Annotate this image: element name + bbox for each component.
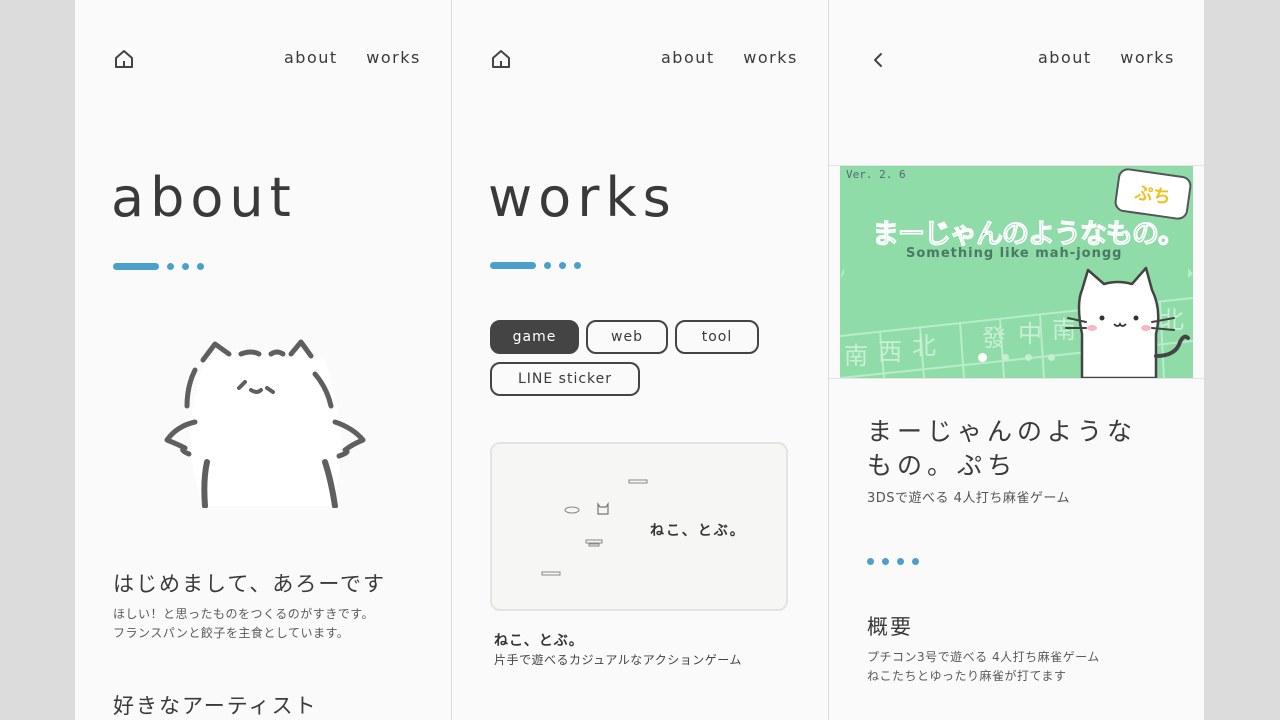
intro-text-line2: フランスパンと餃子を主食としています。	[113, 626, 350, 640]
title-decoration	[490, 262, 590, 269]
cat-illustration	[164, 339, 366, 508]
home-icon[interactable]	[490, 48, 512, 70]
overview-heading: 概要	[867, 615, 913, 639]
nav-about-link[interactable]: about	[1038, 48, 1092, 67]
home-icon[interactable]	[113, 48, 135, 70]
nav-about-link[interactable]: about	[284, 48, 338, 67]
title-decoration	[113, 263, 213, 270]
work-card-description: 片手で遊べるカジュアルなアクションゲーム	[494, 653, 742, 667]
intro-text-line1: ほしい！と思ったものをつくるのがすきです。	[113, 607, 375, 621]
carousel-dot[interactable]	[1002, 354, 1009, 361]
top-nav: about works	[661, 48, 798, 67]
game-logo-text: ねこ、とぶ。	[650, 523, 746, 539]
section-decoration	[867, 558, 927, 565]
divider	[829, 378, 1204, 379]
intro-heading: はじめまして、あろーです	[113, 572, 387, 596]
filter-tool[interactable]: tool	[675, 320, 759, 354]
page-title: works	[488, 166, 677, 229]
carousel-dot[interactable]	[1025, 354, 1032, 361]
work-card-thumbnail[interactable]: ねこ、とぶ。	[490, 442, 788, 611]
work-title-line2: もの。ぷち	[867, 451, 1018, 480]
nav-works-link[interactable]: works	[743, 48, 798, 67]
carousel-dot-active[interactable]	[978, 353, 987, 362]
nav-works-link[interactable]: works	[1120, 48, 1175, 67]
filter-game[interactable]: game	[490, 320, 579, 354]
work-card-title[interactable]: ねこ、とぶ。	[494, 630, 584, 650]
overview-text-line1: プチコン3号で遊べる 4人打ち麻雀ゲーム	[867, 650, 1100, 664]
top-nav: about works	[284, 48, 421, 67]
works-panel: about works works game web tool LINE sti…	[452, 0, 828, 720]
about-panel: about works about はじめまして、あろーです ほしい！と思ったも…	[75, 0, 451, 720]
artists-heading: 好きなアーティスト	[113, 694, 318, 718]
page-title: about	[111, 166, 297, 229]
work-subtitle: 3DSで遊べる 4人打ち麻雀ゲーム	[867, 491, 1071, 506]
work-title-line1: まーじゃんのような	[867, 417, 1138, 446]
screenshot-carousel[interactable]: Ver. 2. 6 ぷち まーじゃんのようなもの。 Something like…	[840, 166, 1193, 378]
game-logo-subtitle: Something like mah-jongg	[906, 246, 1123, 261]
nav-about-link[interactable]: about	[661, 48, 715, 67]
top-nav: about works	[1038, 48, 1175, 67]
filter-web[interactable]: web	[586, 320, 668, 354]
version-label: Ver. 2. 6	[846, 168, 906, 181]
carousel-dot[interactable]	[1048, 354, 1055, 361]
detail-panel: about works Ver. 2. 6 ぷち まーじゃんのようなもの。 So…	[829, 0, 1204, 720]
nav-works-link[interactable]: works	[366, 48, 421, 67]
overview-text-line2: ねこたちとゆったり麻雀が打てます	[867, 669, 1067, 683]
carousel-dots	[840, 353, 1193, 363]
filter-line-sticker[interactable]: LINE sticker	[490, 362, 640, 396]
back-icon[interactable]	[871, 51, 887, 69]
